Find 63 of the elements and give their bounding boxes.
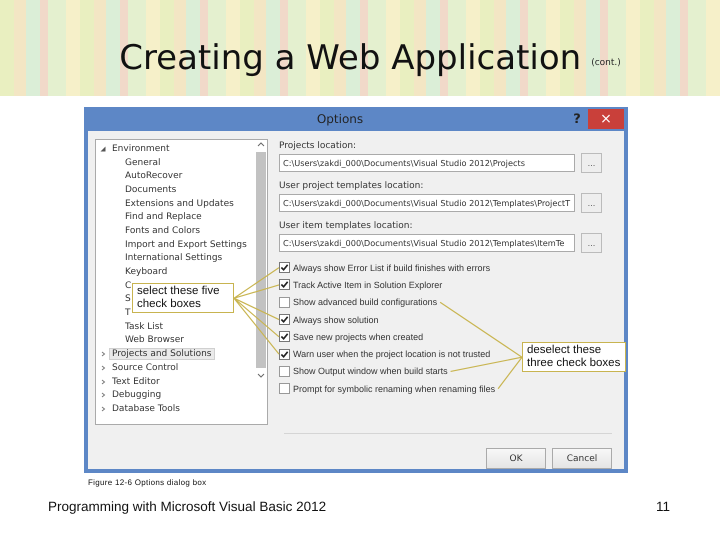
help-button[interactable]: ? [566, 112, 588, 126]
expander-icon[interactable] [100, 364, 106, 371]
path-field[interactable]: C:\Users\zakdi_000\Documents\Visual Studio 2012\Templates\ProjectT [279, 194, 575, 212]
callout-note: select these five check boxes [132, 283, 234, 314]
checkbox[interactable] [279, 366, 290, 377]
tree-item[interactable]: Fonts and Colors [123, 226, 202, 236]
tree-item[interactable]: Projects and Solutions [110, 349, 214, 360]
window-title: Options [316, 112, 364, 126]
checkbox-label: Show advanced build configurations [293, 297, 438, 308]
title-note: (cont.) [591, 57, 621, 68]
tree-item[interactable]: Keyboard [123, 267, 170, 278]
checkbox[interactable] [279, 348, 290, 360]
expander-icon[interactable] [100, 146, 106, 152]
tree-item[interactable]: Import and Export Settings [123, 240, 249, 250]
browse-button[interactable]: ... [581, 233, 602, 253]
checkbox-label: Prompt for symbolic renaming when renaming files [293, 384, 496, 394]
path-field[interactable]: C:\Users\zakdi_000\Documents\Visual Studio 2012\Templates\ItemTe [279, 234, 575, 252]
tree-item[interactable]: General [123, 158, 162, 168]
tree-item[interactable]: C [123, 280, 134, 291]
dialog-button[interactable]: Cancel [552, 448, 612, 469]
tree-item[interactable]: International Settings [123, 253, 224, 264]
checkbox[interactable] [279, 314, 290, 326]
checkbox-label: Track Active Item in Solution Explorer [293, 280, 442, 290]
browse-button[interactable]: ... [581, 153, 602, 173]
expander-icon[interactable] [100, 378, 106, 385]
field-label: User item templates location: [279, 220, 414, 233]
tree-item[interactable]: Find and Replace [123, 212, 204, 222]
tree-item[interactable]: Debugging [110, 390, 164, 400]
slide-title: Creating a Web Application [119, 37, 582, 78]
tree-item[interactable]: Extensions and Updates [123, 198, 236, 209]
checkbox-label: Always show Error List if build finishes with errors [293, 262, 490, 273]
tree-item[interactable]: S [123, 294, 133, 304]
tree-item[interactable]: Documents [123, 184, 178, 195]
checkbox[interactable] [279, 279, 290, 290]
page-number: 11 [656, 499, 670, 514]
tree-item[interactable]: Source Control [110, 362, 180, 373]
expander-icon[interactable] [100, 406, 106, 412]
field-label: Projects location: [279, 140, 358, 153]
dialog-button[interactable]: OK [486, 448, 546, 469]
checkbox-label: Always show solution [293, 314, 379, 325]
checkbox[interactable] [279, 383, 290, 394]
tree-item[interactable]: Database Tools [110, 404, 182, 414]
tree-item[interactable]: Task List [123, 322, 166, 332]
figure-caption: Figure 12-6 Options dialog box [88, 478, 208, 487]
tree-item[interactable]: Text Editor [110, 376, 162, 387]
tree-item[interactable]: Web Browser [123, 335, 186, 346]
checkbox[interactable] [279, 296, 290, 308]
expander-icon[interactable] [100, 351, 106, 358]
expander-icon[interactable] [100, 392, 106, 398]
checkbox[interactable] [279, 262, 290, 274]
close-button[interactable]: × [588, 109, 624, 129]
callout-note: deselect these three check boxes [522, 342, 626, 372]
field-label: User project templates location: [279, 180, 424, 193]
checkbox[interactable] [279, 331, 290, 342]
tree-item[interactable]: T [123, 308, 132, 318]
checkbox-label: Save new projects when created [293, 332, 424, 342]
path-field[interactable]: C:\Users\zakdi_000\Documents\Visual Studio 2012\Projects [279, 154, 575, 172]
checkbox-label: Warn user when the project location is not trusted [293, 349, 490, 360]
tree-item[interactable]: Environment [110, 144, 172, 154]
footer-text: Programming with Microsoft Visual Basic 2012 [48, 499, 326, 514]
browse-button[interactable]: ... [581, 193, 602, 213]
checkbox-label: Show Output window when build starts [293, 366, 448, 376]
tree-item[interactable]: AutoRecover [123, 171, 184, 182]
